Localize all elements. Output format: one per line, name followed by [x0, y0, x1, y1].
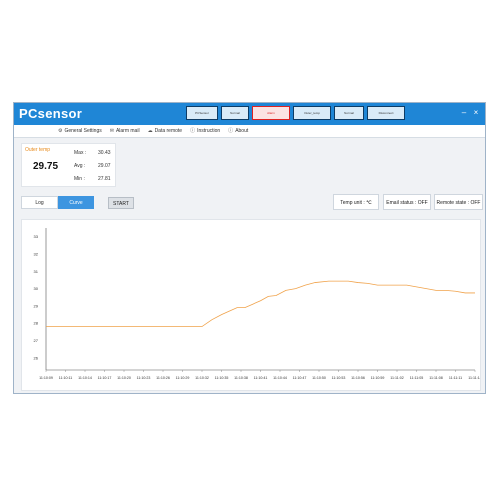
- y-tick-label: 28: [34, 321, 39, 326]
- y-tick-label: 27: [34, 338, 39, 343]
- min-value: 27.81: [98, 176, 111, 182]
- cloud-icon: ☁: [147, 127, 153, 134]
- avg-value: 29.07: [98, 163, 111, 169]
- series-line-outer-temp: [46, 280, 475, 327]
- y-tick-label: 29: [34, 303, 39, 308]
- x-tick-label: 11:11:14: [468, 376, 480, 380]
- menu-label: Data remote: [154, 127, 183, 134]
- device-card-pcsensor[interactable]: PCSensor: [186, 106, 218, 120]
- y-tick-label: 32: [34, 251, 39, 256]
- y-tick-label: 33: [34, 234, 39, 239]
- gear-icon: ⚙: [58, 127, 63, 134]
- close-icon[interactable]: ×: [472, 107, 480, 119]
- avg-label: Avg :: [74, 163, 86, 169]
- device-card-outer-temp[interactable]: Outer_temp: [293, 106, 331, 120]
- x-tick-label: 11:10:20: [117, 376, 131, 380]
- tab-curve[interactable]: Curve: [58, 196, 94, 209]
- x-tick-label: 11:10:44: [273, 376, 287, 380]
- x-tick-label: 11:10:11: [59, 376, 72, 380]
- x-tick-label: 11:10:17: [98, 376, 112, 380]
- x-tick-label: 11:10:23: [137, 376, 151, 380]
- x-tick-label: 11:11:11: [449, 376, 462, 380]
- about-icon: ⓘ: [228, 128, 234, 134]
- temp-unit-button[interactable]: Temp unit : ℃: [333, 194, 379, 210]
- temperature-chart: 33 32 31 30 29 28 27 26 11:10:09 11:10:11 11:10:14…: [34, 228, 480, 380]
- max-label: Max :: [74, 150, 87, 156]
- minimize-icon[interactable]: –: [460, 107, 468, 119]
- stats-panel: Outer temp 29.75 Max : 30.43 Avg : 29.07…: [21, 143, 116, 187]
- x-tick-label: 11:10:14: [78, 376, 92, 380]
- menu-alarm-mail[interactable]: ✉ Alarm mail: [110, 127, 140, 134]
- x-tick-label: 11:11:02: [390, 376, 403, 380]
- menu-data-remote[interactable]: ☁ Data remote: [148, 127, 183, 134]
- remote-state-button[interactable]: Remote state : OFF: [434, 194, 483, 210]
- x-tick-label: 11:10:32: [195, 376, 209, 380]
- start-button[interactable]: START: [108, 197, 134, 209]
- app-window: PCsensor PCSensor Normal Alarm Outer_tem…: [13, 102, 486, 394]
- menu-label: About: [235, 127, 249, 134]
- menu-label: Instruction: [197, 127, 221, 134]
- current-temp: 29.75: [33, 161, 59, 172]
- menu-bar: ⚙ General Settings ✉ Alarm mail ☁ Data remo…: [14, 125, 485, 138]
- menu-label: Alarm mail: [115, 127, 140, 134]
- x-tick-label: 11:10:38: [234, 376, 248, 380]
- tab-log[interactable]: Log: [21, 196, 58, 209]
- y-tick-label: 26: [34, 355, 39, 360]
- menu-label: General Settings: [64, 127, 102, 134]
- x-tick-label: 11:11:05: [410, 376, 423, 380]
- device-card-alarm[interactable]: Alarm: [252, 106, 290, 120]
- sensor-label: Outer temp: [25, 147, 51, 153]
- mail-icon: ✉: [109, 127, 114, 134]
- y-tick-label: 31: [34, 269, 39, 274]
- x-tick-label: 11:10:50: [312, 376, 326, 380]
- chart-area: 33 32 31 30 29 28 27 26 11:10:09 11:10:11 11:10:14…: [21, 219, 481, 391]
- max-value: 30.43: [98, 150, 111, 156]
- title-bar: PCsensor PCSensor Normal Alarm Outer_tem…: [14, 103, 485, 125]
- device-card-normal-2[interactable]: Normal: [334, 106, 364, 120]
- x-tick-label: 11:10:26: [156, 376, 170, 380]
- device-card-disconnect[interactable]: Disconnect: [367, 106, 405, 120]
- min-label: Min :: [74, 176, 85, 182]
- x-tick-label: 11:10:53: [332, 376, 346, 380]
- x-tick-label: 11:10:59: [371, 376, 385, 380]
- info-icon: ⓘ: [190, 128, 196, 134]
- menu-instruction[interactable]: ⓘ Instruction: [190, 127, 221, 135]
- y-tick-label: 30: [34, 286, 39, 291]
- x-tick-label: 11:10:47: [293, 376, 307, 380]
- menu-general-settings[interactable]: ⚙ General Settings: [58, 127, 102, 134]
- app-logo: PCsensor: [19, 106, 83, 121]
- x-tick-label: 11:10:41: [254, 376, 268, 380]
- device-card-normal[interactable]: Normal: [221, 106, 249, 120]
- x-tick-label: 11:10:35: [215, 376, 229, 380]
- menu-about[interactable]: ⓘ About: [228, 127, 249, 135]
- device-status-strip: PCSensor Normal Alarm Outer_temp Normal …: [186, 106, 405, 122]
- x-tick-label: 11:10:09: [39, 376, 53, 380]
- x-tick-label: 11:11:08: [429, 376, 442, 380]
- x-tick-label: 11:10:29: [176, 376, 190, 380]
- email-status-button[interactable]: Email status : OFF: [383, 194, 431, 210]
- x-tick-label: 11:10:56: [351, 376, 365, 380]
